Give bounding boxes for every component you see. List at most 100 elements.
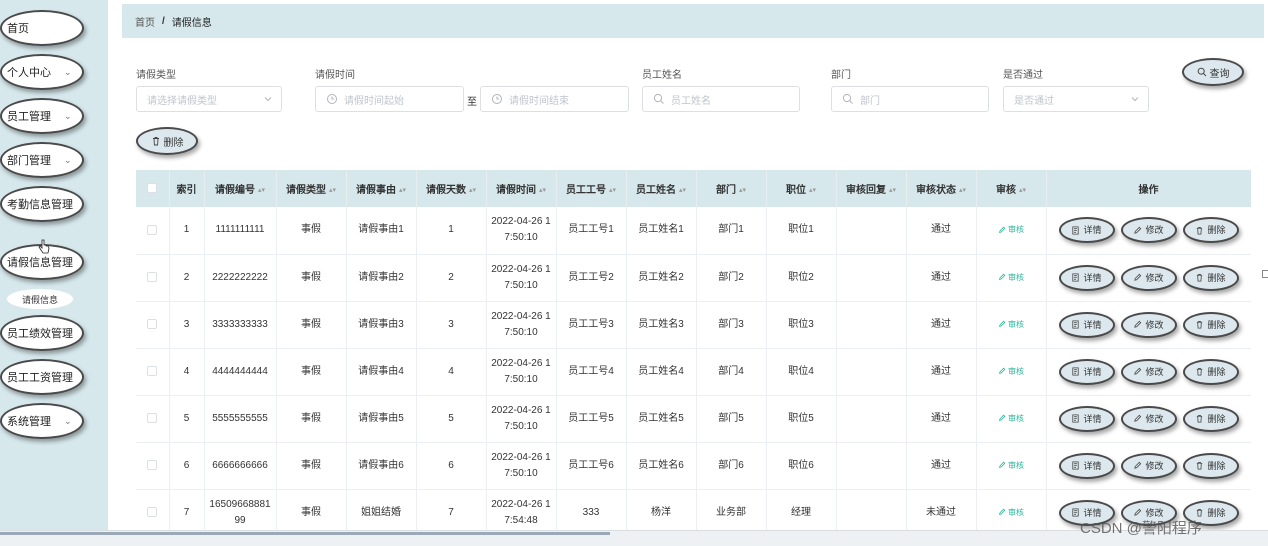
detail-button[interactable]: 详情 <box>1058 311 1115 338</box>
edit-button[interactable]: 修改 <box>1120 452 1177 479</box>
row-checkbox[interactable] <box>147 506 158 517</box>
sidebar-item-dept-mgmt[interactable]: 部门管理 ⌄ <box>0 142 84 178</box>
chevron-down-icon: ⌄ <box>64 111 72 121</box>
cell-dept: 部门3 <box>696 301 767 348</box>
detail-button[interactable]: 详情 <box>1058 217 1115 244</box>
cell-emp-name: 员工姓名3 <box>626 301 697 348</box>
sidebar-item-label: 个人中心 <box>7 67 51 79</box>
delete-button[interactable]: 删除 <box>1182 217 1239 244</box>
cell-position: 职位5 <box>766 395 837 442</box>
sidebar-item-system-mgmt[interactable]: 系统管理 ⌄ <box>0 403 84 439</box>
leave-time-start-input[interactable]: 请假时间起始 <box>315 86 464 112</box>
delete-button[interactable]: 删除 <box>1182 311 1239 338</box>
leave-time-end-input[interactable]: 请假时间结束 <box>480 86 629 112</box>
delete-button[interactable]: 删除 <box>1182 358 1239 385</box>
sidebar-item-home[interactable]: 首页 <box>0 10 84 46</box>
detail-button[interactable]: 详情 <box>1058 358 1115 385</box>
row-checkbox[interactable] <box>147 412 158 423</box>
select-all-checkbox[interactable] <box>147 183 158 194</box>
pencil-icon <box>1134 273 1142 281</box>
cell-reason: 姐姐结婚 <box>346 489 417 536</box>
chevron-down-icon: ⌄ <box>64 328 72 338</box>
edit-button[interactable]: 修改 <box>1120 264 1177 291</box>
cell-status: 通过 <box>906 395 977 442</box>
sidebar-item-performance-mgmt[interactable]: 员工绩效管理 ⌄ <box>0 315 84 351</box>
passed-placeholder: 是否通过 <box>1014 95 1054 107</box>
edit-button[interactable]: 修改 <box>1120 405 1177 432</box>
audit-link[interactable]: 审核 <box>998 273 1024 282</box>
delete-button[interactable]: 删除 <box>1182 405 1239 432</box>
audit-link[interactable]: 审核 <box>998 367 1024 376</box>
audit-link[interactable]: 审核 <box>998 414 1024 423</box>
row-checkbox[interactable] <box>147 224 158 235</box>
leave-type-select[interactable]: 请选择请假类型 <box>136 86 282 112</box>
column-header-label: 部门 <box>715 185 736 196</box>
clock-icon <box>492 94 502 104</box>
query-button[interactable]: 查询 <box>1182 58 1244 86</box>
cell-time: 2022-04-26 17:50:10 <box>486 301 557 348</box>
sort-caret-icon[interactable]: ▴▾ <box>329 186 336 194</box>
delete-button[interactable]: 删除 <box>1182 264 1239 291</box>
row-checkbox[interactable] <box>147 271 158 282</box>
row-checkbox[interactable] <box>147 459 158 470</box>
cell-reply <box>836 301 907 348</box>
cell-status: 通过 <box>906 254 977 301</box>
cell-type: 事假 <box>276 254 347 301</box>
column-header[interactable]: 请假时间 ▴▾ <box>486 170 557 207</box>
sort-caret-icon[interactable]: ▴▾ <box>679 186 686 194</box>
detail-button[interactable]: 详情 <box>1058 452 1115 479</box>
column-header[interactable]: 请假事由 ▴▾ <box>346 170 417 207</box>
sort-caret-icon[interactable]: ▴▾ <box>809 186 816 194</box>
sort-caret-icon[interactable]: ▴▾ <box>609 186 616 194</box>
passed-select[interactable]: 是否通过 <box>1003 86 1149 112</box>
row-checkbox[interactable] <box>147 318 158 329</box>
sidebar-subitem-leave-info[interactable]: 请假信息 <box>7 289 73 309</box>
watermark: CSDN @警阳程序 <box>1080 520 1202 537</box>
breadcrumb-home[interactable]: 首页 <box>135 14 155 29</box>
sidebar-item-salary-mgmt[interactable]: 员工工资管理 ⌄ <box>0 359 84 395</box>
edit-button[interactable]: 修改 <box>1120 358 1177 385</box>
column-header-label: 请假时间 <box>495 185 536 196</box>
sort-caret-icon[interactable]: ▴▾ <box>258 186 265 194</box>
audit-link[interactable]: 审核 <box>998 225 1024 234</box>
detail-button[interactable]: 详情 <box>1058 405 1115 432</box>
cell-emp-no: 员工工号2 <box>556 254 627 301</box>
audit-link[interactable]: 审核 <box>998 461 1024 470</box>
column-header[interactable]: 员工工号 ▴▾ <box>556 170 627 207</box>
column-header[interactable]: 请假类型 ▴▾ <box>276 170 347 207</box>
cell-position: 职位4 <box>766 348 837 395</box>
column-header[interactable]: 审核状态 ▴▾ <box>906 170 977 207</box>
edit-button[interactable]: 修改 <box>1120 311 1177 338</box>
sort-caret-icon[interactable]: ▴▾ <box>889 186 896 194</box>
column-header[interactable]: 请假天数 ▴▾ <box>416 170 487 207</box>
sort-caret-icon[interactable]: ▴▾ <box>469 186 476 194</box>
employee-name-input[interactable]: 员工姓名 <box>642 86 800 112</box>
department-input[interactable]: 部门 <box>831 86 989 112</box>
sort-caret-icon[interactable]: ▴▾ <box>739 186 746 194</box>
horizontal-scrollbar-thumb[interactable] <box>0 532 610 535</box>
audit-link[interactable]: 审核 <box>998 320 1024 329</box>
sort-caret-icon[interactable]: ▴▾ <box>1019 186 1026 194</box>
detail-button[interactable]: 详情 <box>1058 264 1115 291</box>
edit-button[interactable]: 修改 <box>1120 217 1177 244</box>
column-header[interactable]: 部门 ▴▾ <box>696 170 767 207</box>
audit-link[interactable]: 审核 <box>998 508 1024 517</box>
sidebar-item-personal-center[interactable]: 个人中心 ⌄ <box>0 54 84 90</box>
batch-delete-button[interactable]: 删除 <box>136 127 198 155</box>
column-header[interactable]: 职位 ▴▾ <box>766 170 837 207</box>
row-checkbox[interactable] <box>147 365 158 376</box>
sidebar-item-attendance-mgmt[interactable]: 考勤信息管理 ⌄ <box>0 186 84 222</box>
sidebar-item-employee-mgmt[interactable]: 员工管理 ⌄ <box>0 98 84 134</box>
column-header[interactable]: 审核回复 ▴▾ <box>836 170 907 207</box>
sort-caret-icon[interactable]: ▴▾ <box>959 186 966 194</box>
cell-actions: 详情 修改 删除 <box>1046 254 1251 301</box>
pencil-icon <box>1134 226 1142 234</box>
sort-caret-icon[interactable]: ▴▾ <box>539 186 546 194</box>
sort-caret-icon[interactable]: ▴▾ <box>399 186 406 194</box>
delete-button[interactable]: 删除 <box>1182 452 1239 479</box>
column-header[interactable]: 请假编号 ▴▾ <box>204 170 277 207</box>
column-header[interactable]: 员工姓名 ▴▾ <box>626 170 697 207</box>
trash-icon <box>1197 461 1203 470</box>
column-header[interactable]: 审核 ▴▾ <box>976 170 1047 207</box>
document-icon <box>1072 367 1080 376</box>
